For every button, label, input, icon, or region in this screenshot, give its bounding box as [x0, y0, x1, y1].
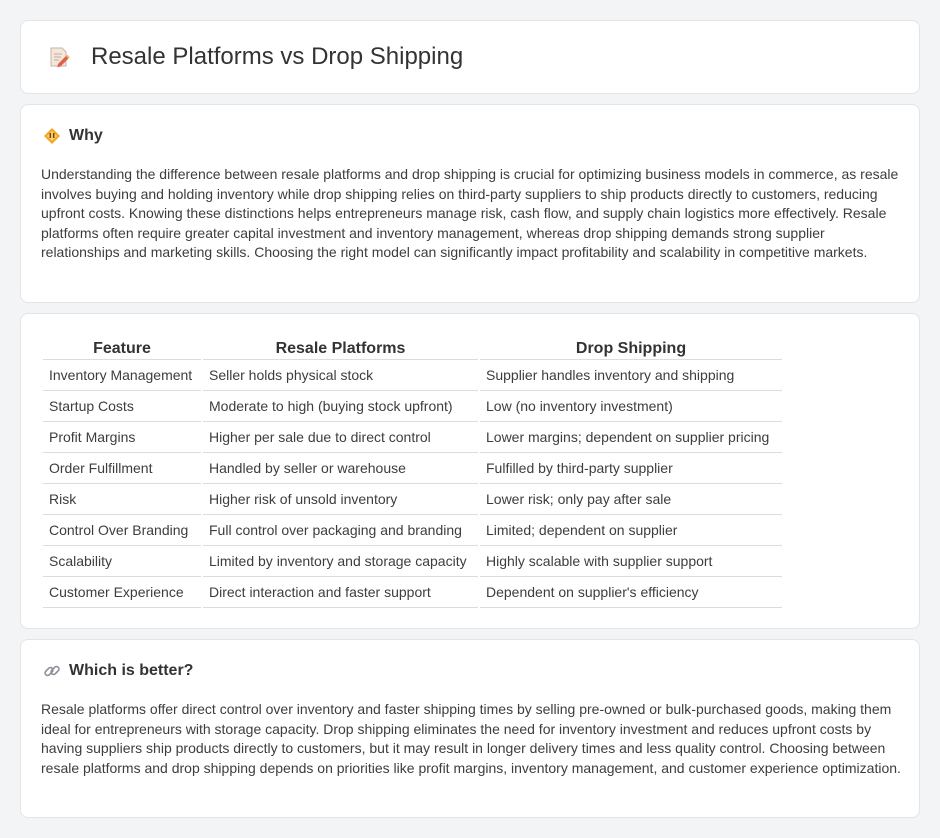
- dropship-cell: Limited; dependent on supplier: [480, 515, 782, 546]
- resale-cell: Full control over packaging and branding: [203, 515, 478, 546]
- why-section: Why Understanding the difference between…: [20, 104, 920, 303]
- table-row: Control Over Branding Full control over …: [43, 515, 782, 546]
- table-row: Scalability Limited by inventory and sto…: [43, 546, 782, 577]
- dropship-cell: Low (no inventory investment): [480, 391, 782, 422]
- why-heading: Why: [43, 127, 103, 145]
- resale-cell: Higher per sale due to direct control: [203, 422, 478, 453]
- why-title: Why: [69, 127, 103, 144]
- table-header-row: Feature Resale Platforms Drop Shipping: [43, 334, 782, 360]
- feature-cell: Startup Costs: [43, 391, 201, 422]
- which-is-better-section: Which is better? Resale platforms offer …: [20, 639, 920, 818]
- comparison-table-card: Feature Resale Platforms Drop Shipping I…: [20, 313, 920, 629]
- dropship-cell: Supplier handles inventory and shipping: [480, 360, 782, 391]
- resale-cell: Seller holds physical stock: [203, 360, 478, 391]
- feature-cell: Inventory Management: [43, 360, 201, 391]
- table-row: Order Fulfillment Handled by seller or w…: [43, 453, 782, 484]
- resale-cell: Handled by seller or warehouse: [203, 453, 478, 484]
- table-row: Profit Margins Higher per sale due to di…: [43, 422, 782, 453]
- dropship-cell: Dependent on supplier's efficiency: [480, 577, 782, 608]
- resale-cell: Higher risk of unsold inventory: [203, 484, 478, 515]
- dropship-cell: Lower risk; only pay after sale: [480, 484, 782, 515]
- feature-cell: Profit Margins: [43, 422, 201, 453]
- table-row: Risk Higher risk of unsold inventory Low…: [43, 484, 782, 515]
- header-card: Resale Platforms vs Drop Shipping: [20, 20, 920, 94]
- feature-cell: Risk: [43, 484, 201, 515]
- better-text: Resale platforms offer direct control ov…: [41, 701, 901, 776]
- why-text: Understanding the difference between res…: [41, 166, 899, 260]
- column-header-dropship: Drop Shipping: [480, 334, 782, 360]
- table-row: Startup Costs Moderate to high (buying s…: [43, 391, 782, 422]
- dropship-cell: Fulfilled by third-party supplier: [480, 453, 782, 484]
- table-row: Customer Experience Direct interaction a…: [43, 577, 782, 608]
- document-pencil-icon: [50, 47, 70, 68]
- dropship-cell: Highly scalable with supplier support: [480, 546, 782, 577]
- better-title: Which is better?: [69, 662, 194, 679]
- feature-cell: Order Fulfillment: [43, 453, 201, 484]
- comparison-table: Feature Resale Platforms Drop Shipping I…: [41, 334, 784, 608]
- table-row: Inventory Management Seller holds physic…: [43, 360, 782, 391]
- column-header-resale: Resale Platforms: [203, 334, 478, 360]
- diamond-warning-icon: [44, 128, 60, 144]
- feature-cell: Control Over Branding: [43, 515, 201, 546]
- feature-cell: Customer Experience: [43, 577, 201, 608]
- better-heading: Which is better?: [43, 662, 193, 680]
- resale-cell: Direct interaction and faster support: [203, 577, 478, 608]
- resale-cell: Moderate to high (buying stock upfront): [203, 391, 478, 422]
- column-header-feature: Feature: [43, 334, 201, 360]
- dropship-cell: Lower margins; dependent on supplier pri…: [480, 422, 782, 453]
- resale-cell: Limited by inventory and storage capacit…: [203, 546, 478, 577]
- feature-cell: Scalability: [43, 546, 201, 577]
- page-title: Resale Platforms vs Drop Shipping: [91, 43, 464, 70]
- link-icon: [44, 665, 60, 677]
